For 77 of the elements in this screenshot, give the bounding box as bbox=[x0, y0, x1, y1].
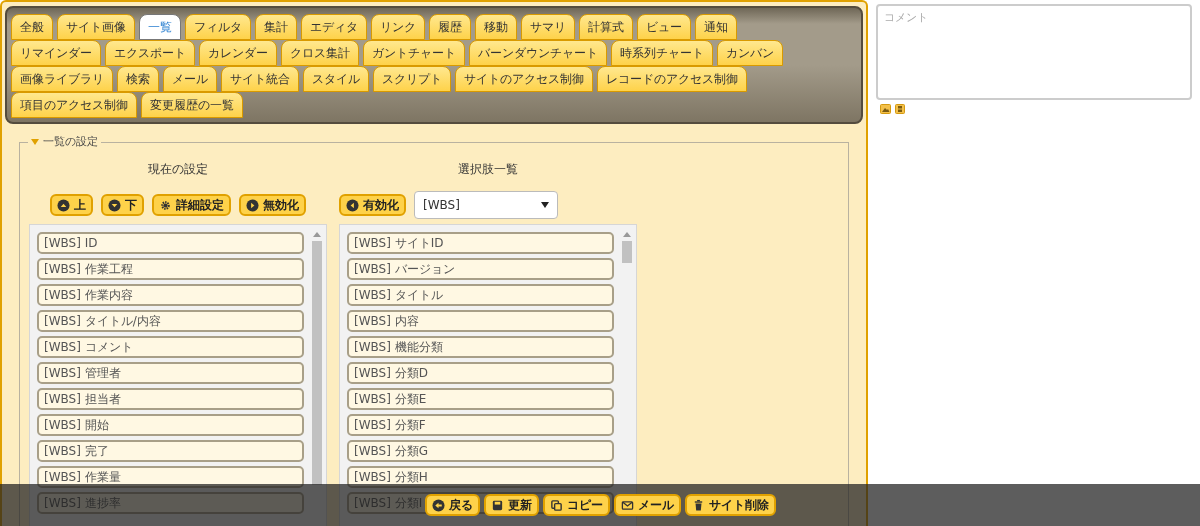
dropdown-caret-icon bbox=[541, 202, 549, 209]
left-circle-icon bbox=[346, 198, 359, 212]
list-item[interactable]: [WBS] 作業工程 bbox=[37, 258, 304, 281]
list-item[interactable]: [WBS] 機能分類 bbox=[347, 336, 614, 359]
list-item[interactable]: [WBS] 内容 bbox=[347, 310, 614, 333]
tab[interactable]: カンバン bbox=[717, 40, 783, 66]
back-circle-icon bbox=[431, 498, 445, 512]
list-item[interactable]: [WBS] 完了 bbox=[37, 440, 304, 463]
tab[interactable]: サマリ bbox=[521, 14, 575, 40]
tab[interactable]: エディタ bbox=[301, 14, 367, 40]
list-item[interactable]: [WBS] サイトID bbox=[347, 232, 614, 255]
list-item[interactable]: [WBS] 管理者 bbox=[37, 362, 304, 385]
tab[interactable]: サイトのアクセス制御 bbox=[455, 66, 593, 92]
down-circle-icon bbox=[108, 198, 121, 212]
tab[interactable]: エクスポート bbox=[105, 40, 195, 66]
footer-button[interactable]: サイト削除 bbox=[684, 494, 776, 516]
list-item[interactable]: [WBS] バージョン bbox=[347, 258, 614, 281]
action-button[interactable]: 詳細設定 bbox=[152, 194, 231, 217]
list-item[interactable]: [WBS] 分類G bbox=[347, 440, 614, 463]
list-item[interactable]: [WBS] 分類F bbox=[347, 414, 614, 437]
tab[interactable]: 通知 bbox=[695, 14, 737, 40]
footer-button[interactable]: 更新 bbox=[483, 494, 539, 516]
list-item[interactable]: [WBS] タイトル/内容 bbox=[37, 310, 304, 333]
list-item[interactable]: [WBS] タイトル bbox=[347, 284, 614, 307]
list-item[interactable]: [WBS] ID bbox=[37, 232, 304, 255]
tab[interactable]: 履歴 bbox=[429, 14, 471, 40]
footer-button[interactable]: メール bbox=[613, 494, 681, 516]
tab[interactable]: スクリプト bbox=[373, 66, 451, 92]
mail-icon bbox=[620, 498, 634, 512]
list-item[interactable]: [WBS] 分類E bbox=[347, 388, 614, 411]
save-icon bbox=[490, 498, 504, 512]
footer-button[interactable]: コピー bbox=[542, 494, 610, 516]
tab[interactable]: レコードのアクセス制御 bbox=[597, 66, 747, 92]
tab[interactable]: 時系列チャート bbox=[611, 40, 713, 66]
image-icon[interactable] bbox=[880, 104, 891, 114]
tab[interactable]: メール bbox=[163, 66, 217, 92]
filter-dropdown[interactable]: [WBS] bbox=[414, 191, 558, 220]
tab[interactable]: 計算式 bbox=[579, 14, 633, 40]
tab[interactable]: ガントチャート bbox=[363, 40, 465, 66]
tab[interactable]: サイト画像 bbox=[57, 14, 135, 40]
list-item[interactable]: [WBS] コメント bbox=[37, 336, 304, 359]
action-button[interactable]: 有効化 bbox=[339, 194, 406, 217]
gear-icon bbox=[159, 198, 172, 212]
column-heading: 現在の設定 bbox=[147, 161, 209, 178]
list-item[interactable]: [WBS] 担当者 bbox=[37, 388, 304, 411]
tab[interactable]: バーンダウンチャート bbox=[469, 40, 607, 66]
list-item[interactable]: [WBS] 分類D bbox=[347, 362, 614, 385]
right-circle-icon bbox=[246, 198, 259, 212]
comment-field[interactable]: コメント bbox=[876, 4, 1192, 100]
tab[interactable]: 項目のアクセス制御 bbox=[11, 92, 137, 118]
tab[interactable]: 移動 bbox=[475, 14, 517, 40]
tab[interactable]: カレンダー bbox=[199, 40, 277, 66]
tab[interactable]: 検索 bbox=[117, 66, 159, 92]
tab[interactable]: リンク bbox=[371, 14, 425, 40]
footer-button[interactable]: 戻る bbox=[424, 494, 480, 516]
up-circle-icon bbox=[57, 198, 70, 212]
tab[interactable]: スタイル bbox=[303, 66, 369, 92]
tab[interactable]: サイト統合 bbox=[221, 66, 299, 92]
tab[interactable]: 集計 bbox=[255, 14, 297, 40]
action-button[interactable]: 上 bbox=[50, 194, 93, 217]
copy-icon bbox=[549, 498, 563, 512]
column-heading: 選択肢一覧 bbox=[457, 161, 519, 178]
tab[interactable]: 一覧 bbox=[139, 14, 181, 40]
tab[interactable]: 画像ライブラリ bbox=[11, 66, 113, 92]
tab[interactable]: ビュー bbox=[637, 14, 691, 40]
tab[interactable]: リマインダー bbox=[11, 40, 101, 66]
action-button[interactable]: 無効化 bbox=[239, 194, 306, 217]
tab[interactable]: 全般 bbox=[11, 14, 53, 40]
section-legend: 一覧の設定 bbox=[43, 134, 98, 150]
list-item[interactable]: [WBS] 作業内容 bbox=[37, 284, 304, 307]
tab[interactable]: 変更履歴の一覧 bbox=[141, 92, 243, 118]
tab[interactable]: フィルタ bbox=[185, 14, 251, 40]
toggle-caret-icon[interactable] bbox=[31, 139, 39, 145]
list-item[interactable]: [WBS] 開始 bbox=[37, 414, 304, 437]
action-button[interactable]: 下 bbox=[101, 194, 144, 217]
film-icon[interactable] bbox=[895, 104, 905, 114]
tab[interactable]: クロス集計 bbox=[281, 40, 359, 66]
